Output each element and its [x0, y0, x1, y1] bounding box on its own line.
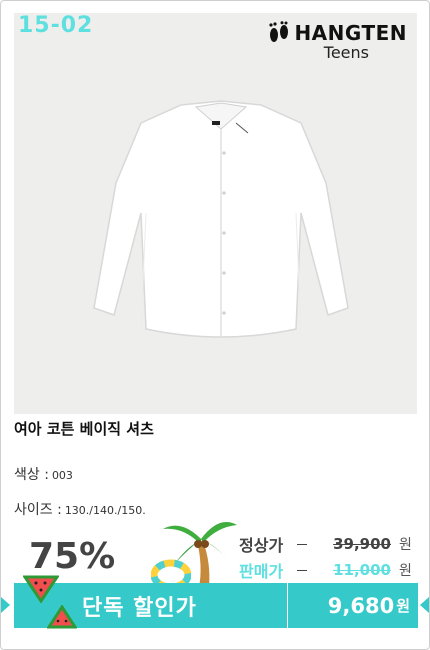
sale-price-currency: 원 — [399, 563, 412, 579]
watermelon-icon — [23, 575, 59, 603]
product-name[interactable]: 여아 코튼 베이직 셔츠 — [14, 418, 154, 439]
product-card[interactable]: 15-02 HANGTEN Teens 여아 코튼 베이직 셔츠 색상 :003… — [0, 0, 430, 650]
discount-rate: 75% — [29, 536, 116, 577]
product-code: 15-02 — [18, 13, 94, 38]
shirt-image — [93, 100, 349, 338]
size-label: 사이즈 : — [14, 502, 62, 518]
size-value: 130./140./150. — [64, 504, 146, 517]
sale-price-value: 11,000 — [297, 561, 391, 579]
regular-price-currency: 원 — [399, 537, 412, 553]
exclusive-price-label: 단독 할인가 — [82, 595, 197, 621]
footprint-icon — [269, 21, 289, 42]
banner-notch-right — [420, 597, 429, 613]
product-image[interactable]: 15-02 HANGTEN Teens — [14, 13, 417, 414]
regular-price-value: 39,900 — [297, 535, 391, 553]
final-price-currency: 원 — [396, 597, 410, 615]
size-row: 사이즈 :130./140./150. — [14, 499, 146, 519]
final-price-value: 9,680 — [327, 593, 395, 618]
banner-notch-left — [1, 597, 10, 613]
price-block: 정상가 39,900 원 판매가 11,000 원 — [239, 531, 419, 583]
color-value: 003 — [51, 469, 73, 482]
color-row: 색상 :003 — [14, 464, 73, 484]
regular-price-row: 정상가 39,900 원 — [239, 531, 419, 557]
sale-price-row: 판매가 11,000 원 — [239, 557, 419, 583]
brand-name: HANGTEN — [294, 21, 407, 45]
brand-logo: HANGTEN Teens — [268, 21, 407, 62]
color-label: 색상 : — [14, 467, 49, 483]
final-price-box[interactable]: 9,680 원 — [288, 583, 418, 628]
brand-sub: Teens — [323, 43, 369, 62]
watermelon-icon-small — [47, 605, 77, 629]
